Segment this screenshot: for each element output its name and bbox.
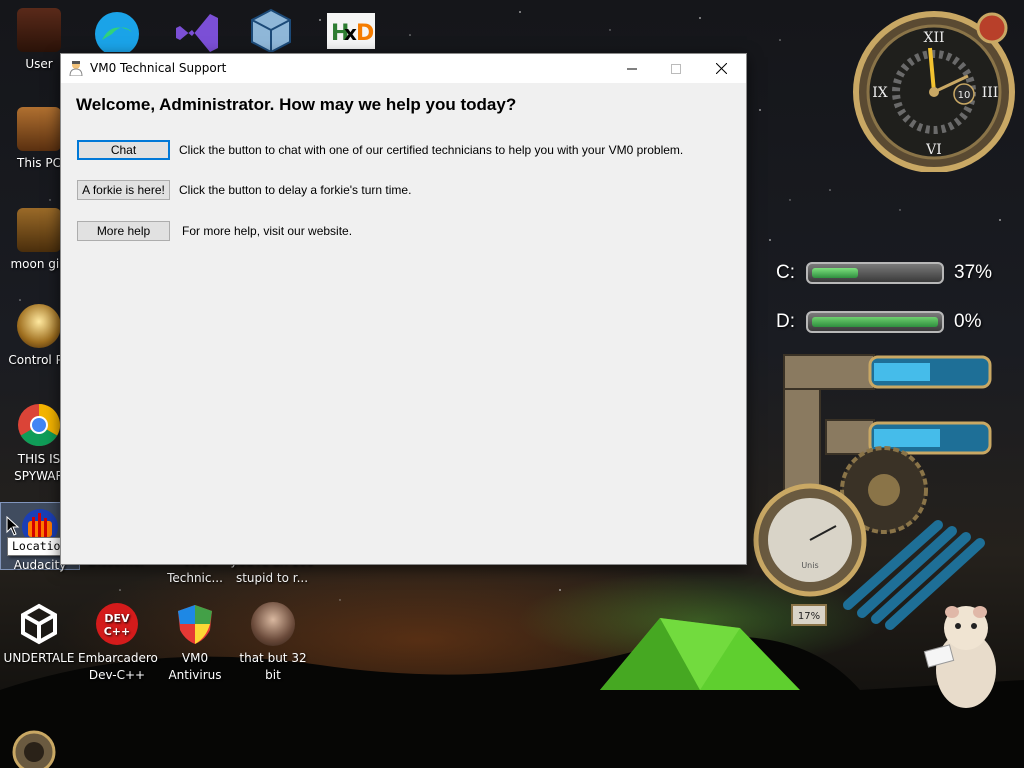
- svg-text:C++: C++: [104, 625, 131, 638]
- svg-text:DEV: DEV: [104, 612, 130, 625]
- devcpp-icon: DEV C++: [96, 603, 138, 645]
- desktop-icon-that-but-32-bit[interactable]: that but 32 bit: [234, 602, 312, 684]
- clock-gadget[interactable]: XII III VI IX 10: [852, 6, 1022, 172]
- drive-percent: 0%: [954, 311, 982, 332]
- more-help-button[interactable]: More help: [77, 221, 170, 241]
- minimize-icon: [627, 68, 637, 69]
- title-bar[interactable]: VM0 Technical Support: [61, 54, 746, 83]
- maximize-icon: [671, 63, 681, 74]
- computer-icon: [17, 107, 61, 151]
- gear-gadget: [12, 730, 56, 768]
- clock-numeral-3: III: [982, 85, 999, 101]
- drive-usage-bar: [806, 262, 944, 284]
- welcome-heading: Welcome, Administrator. How may we help …: [76, 95, 517, 114]
- drive-meter-d: D: 0%: [748, 305, 998, 341]
- visual-studio-icon[interactable]: [172, 10, 222, 52]
- clock-numeral-9: IX: [872, 85, 888, 101]
- unity-icon: [21, 603, 57, 645]
- chat-button[interactable]: Chat: [77, 140, 170, 160]
- desktop-icon-label: Embarcadero Dev-C++: [78, 651, 158, 682]
- gauge-dial-text: Unis: [801, 561, 818, 570]
- clock-numeral-12: XII: [923, 30, 944, 46]
- steampunk-pipes-gadget: Unis 17%: [753, 354, 992, 630]
- desktop-icon-dev-cpp[interactable]: DEV C++ Embarcadero Dev-C++: [78, 602, 158, 684]
- desktop-icon-vm0-antivirus[interactable]: VM0 Antivirus: [156, 602, 234, 684]
- desktop-icon-undertale[interactable]: UNDERTALE: [0, 602, 78, 667]
- window-title: VM0 Technical Support: [90, 61, 227, 75]
- hamster-gadget: [923, 606, 996, 708]
- drive-usage-fill: [812, 317, 938, 327]
- forkie-button[interactable]: A forkie is here!: [77, 180, 170, 200]
- more-help-description: For more help, visit our website.: [182, 224, 353, 238]
- close-icon: [715, 63, 727, 74]
- hxd-icon[interactable]: H x D: [327, 13, 375, 49]
- user-folder-icon: [17, 8, 61, 52]
- drive-meter-c: C: 37%: [748, 256, 998, 292]
- close-button[interactable]: [698, 54, 744, 83]
- svg-text:D: D: [356, 21, 374, 46]
- shield-icon: [178, 605, 212, 644]
- drive-usage-bar: [806, 311, 944, 333]
- gauge-readout: 17%: [798, 611, 820, 622]
- virtualbox-icon[interactable]: [250, 8, 292, 52]
- portrait-icon: [251, 602, 295, 646]
- drive-letter: D:: [776, 311, 795, 332]
- desktop-icon-label: VM0 Antivirus: [168, 651, 222, 682]
- mouse-cursor-icon: [6, 516, 20, 536]
- minimize-button[interactable]: [609, 54, 655, 83]
- edge-icon[interactable]: [92, 10, 142, 52]
- lightbulb-icon: [17, 304, 61, 348]
- folder-icon: [17, 208, 61, 252]
- desktop-icon-label: that but 32 bit: [239, 651, 307, 682]
- chrome-icon: [18, 404, 61, 447]
- clock-date: 10: [958, 90, 971, 101]
- clock-numeral-6: VI: [925, 142, 942, 158]
- vm0-technical-support-window: VM0 Technical Support Welcome, Administr…: [60, 53, 747, 565]
- drive-usage-fill: [812, 268, 858, 278]
- drive-letter: C:: [776, 262, 795, 283]
- chat-description: Click the button to chat with one of our…: [179, 143, 684, 157]
- forkie-description: Click the button to delay a forkie's tur…: [179, 183, 412, 197]
- drive-percent: 37%: [954, 262, 993, 283]
- desktop-icon-label: UNDERTALE: [3, 651, 75, 665]
- maximize-button[interactable]: [653, 54, 699, 83]
- technician-app-icon: [69, 61, 83, 76]
